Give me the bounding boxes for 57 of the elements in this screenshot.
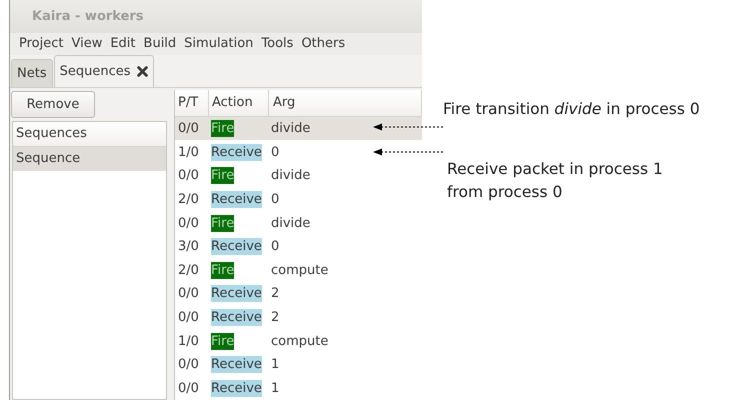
- menu-item[interactable]: Others: [298, 36, 350, 52]
- table-cell: 0: [271, 192, 280, 207]
- action-cell: Fire: [211, 214, 234, 232]
- menu-item[interactable]: Tools: [258, 36, 298, 52]
- table-cell: 1: [271, 380, 280, 396]
- menu-item[interactable]: Edit: [107, 36, 141, 52]
- tab[interactable]: Nets: [11, 58, 53, 87]
- arrow: [373, 148, 443, 156]
- table-cell: 0/0: [178, 357, 199, 372]
- column-header[interactable]: Arg: [269, 90, 422, 116]
- action-cell: Fire: [211, 262, 234, 279]
- arrow: [373, 123, 443, 131]
- column-header[interactable]: P/T: [175, 90, 209, 116]
- action-cell: Fire: [211, 332, 234, 350]
- action-cell: Receive: [211, 144, 262, 161]
- menu-item[interactable]: Simulation: [181, 36, 258, 52]
- table-cell: 0/0: [178, 216, 199, 231]
- action-cell: Receive: [211, 356, 262, 374]
- table-cell: divide: [271, 168, 310, 184]
- close-icon[interactable]: [136, 66, 148, 77]
- action-cell: Receive: [211, 190, 262, 208]
- table-cell: 1/0: [178, 144, 199, 160]
- table-cell: 0/0: [178, 121, 199, 136]
- table-cell: compute: [271, 262, 328, 278]
- table-cell: compute: [271, 334, 328, 349]
- table-cell: 1: [271, 357, 280, 372]
- action-cell: Receive: [211, 285, 262, 302]
- table-cell: 3/0: [178, 239, 199, 254]
- menu-item[interactable]: Project: [16, 36, 68, 52]
- tab[interactable]: Sequences: [54, 54, 154, 87]
- table-cell: 0/0: [178, 310, 199, 325]
- table-cell: 2: [271, 286, 280, 302]
- table-cell: 0: [271, 239, 280, 254]
- action-cell: Receive: [211, 308, 262, 326]
- selected-row[interactable]: 0/0 Fire divide: [175, 116, 422, 140]
- table-cell: 2: [271, 310, 280, 325]
- table-cell: 0/0: [178, 380, 199, 396]
- table-cell: 1/0: [178, 334, 199, 349]
- column-header[interactable]: Action: [209, 90, 269, 116]
- table-cell: 0: [271, 144, 280, 160]
- action-cell: Receive: [211, 380, 262, 397]
- table-cell: divide: [271, 216, 310, 231]
- annotation-text: Receive packet in process 1 from process 0: [447, 159, 663, 203]
- table-cell: 2/0: [178, 262, 199, 278]
- annotation-text: Fire transition divide in process 0: [443, 99, 700, 120]
- sequence-item[interactable]: Sequence: [13, 146, 166, 171]
- table-cell: divide: [271, 121, 310, 136]
- action-cell: Fire: [211, 120, 234, 138]
- table-cell: 0/0: [178, 168, 199, 184]
- window-title: Kaira - workers: [32, 9, 144, 24]
- action-cell: Fire: [211, 167, 234, 184]
- menu-item[interactable]: View: [68, 36, 108, 52]
- action-cell: Receive: [211, 238, 262, 256]
- remove-button[interactable]: Remove: [11, 90, 95, 118]
- table-cell: 2/0: [178, 192, 199, 207]
- menu-item[interactable]: Build: [140, 36, 182, 52]
- table-cell: 0/0: [178, 286, 199, 302]
